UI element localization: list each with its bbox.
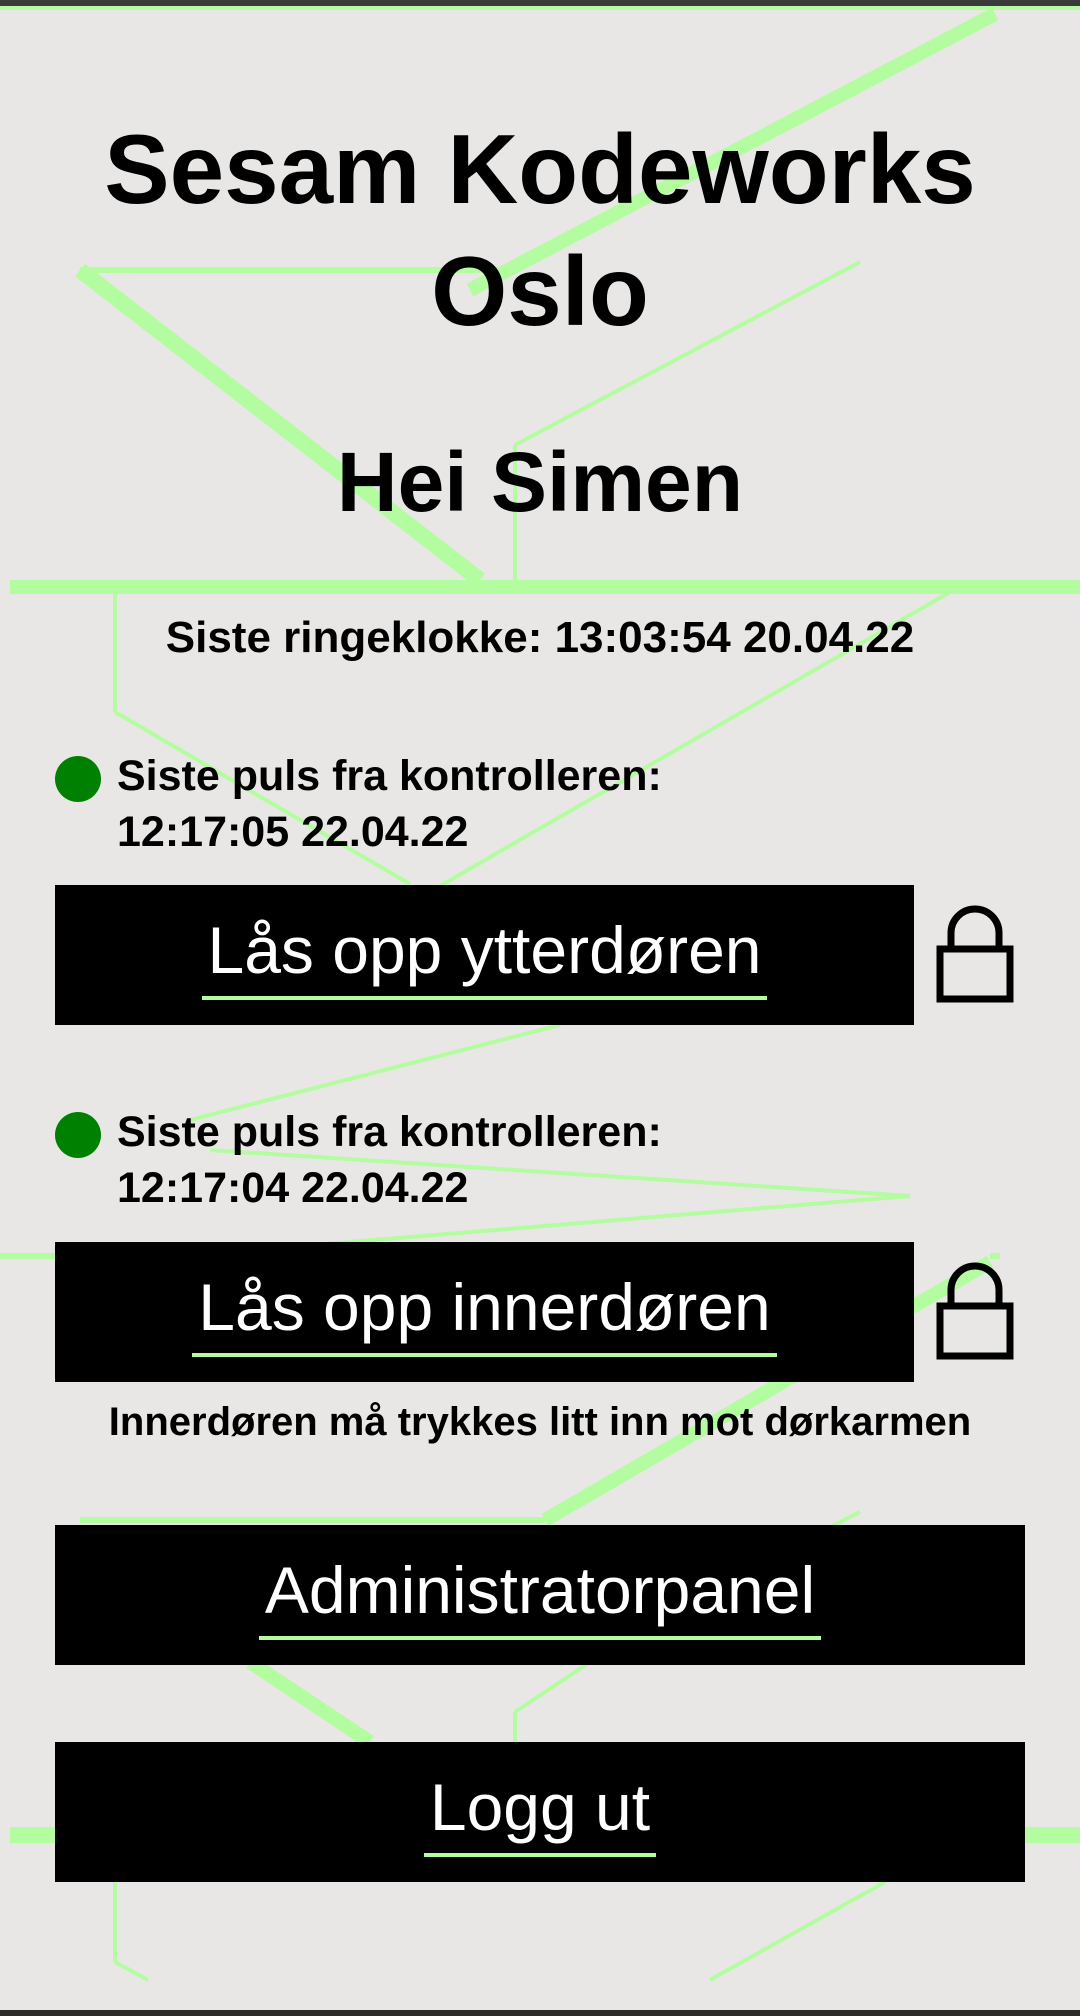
unlock-outer-door-button[interactable]: Lås opp ytterdøren — [55, 885, 914, 1025]
doorbell-status: Siste ringeklokke: 13:03:54 20.04.22 — [165, 613, 915, 662]
pulse-label: Siste puls fra kontrolleren: — [117, 752, 662, 800]
pulse-time: 12:17:05 22.04.22 — [117, 808, 469, 856]
logout-button[interactable]: Logg ut — [55, 1742, 1025, 1882]
page-title: Sesam Kodeworks Oslo — [104, 114, 976, 346]
admin-panel-label: Administratorpanel — [258, 1550, 822, 1640]
lock-icon — [936, 1262, 1014, 1360]
logout-label: Logg ut — [423, 1767, 657, 1857]
pulse-label: Siste puls fra kontrolleren: — [117, 1108, 662, 1156]
pulse-time: 12:17:04 22.04.22 — [117, 1164, 469, 1212]
bottom-bar — [0, 2010, 1080, 2016]
main-content: Sesam Kodeworks Oslo Hei Simen Siste rin… — [0, 0, 1080, 2016]
unlock-outer-door-label: Lås opp ytterdøren — [201, 910, 768, 1000]
status-indicator-icon — [55, 756, 101, 802]
unlock-inner-door-label: Lås opp innerdøren — [192, 1267, 777, 1357]
unlock-inner-door-button[interactable]: Lås opp innerdøren — [55, 1242, 914, 1382]
lock-icon — [936, 905, 1014, 1003]
inner-door-note: Innerdøren må trykkes litt inn mot dørka… — [108, 1400, 972, 1444]
status-indicator-icon — [55, 1112, 101, 1158]
admin-panel-button[interactable]: Administratorpanel — [55, 1525, 1025, 1665]
user-greeting: Hei Simen — [336, 435, 744, 529]
